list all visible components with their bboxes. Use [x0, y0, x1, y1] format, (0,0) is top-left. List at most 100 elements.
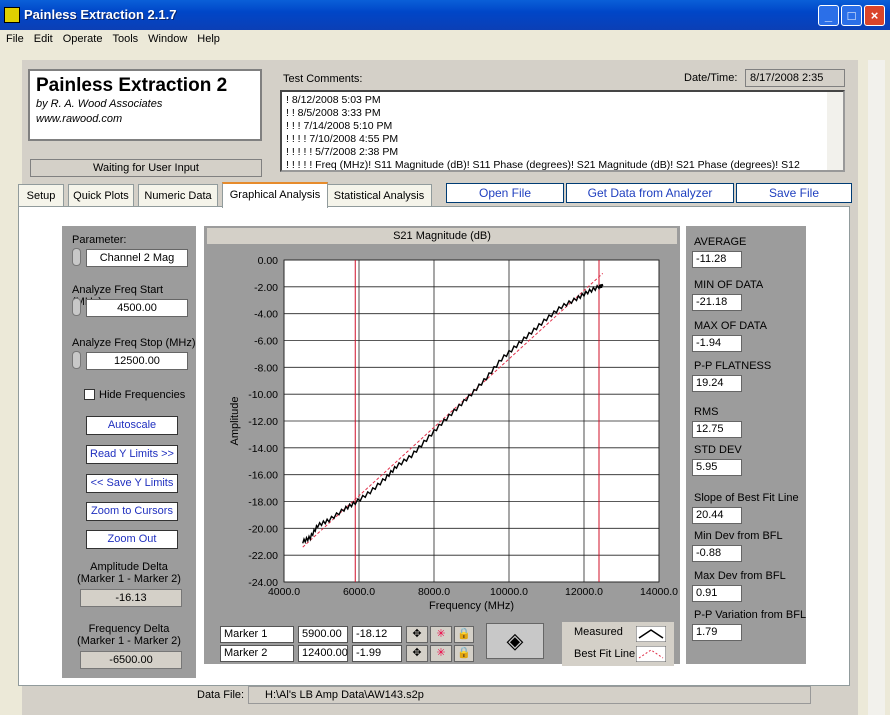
- data-file-path: H:\Al's LB Amp Data\AW143.s2p: [248, 686, 811, 704]
- start-freq-input[interactable]: 4500.00: [86, 299, 188, 317]
- menu-help[interactable]: Help: [191, 30, 224, 45]
- stat-value: 20.44: [692, 507, 742, 524]
- title-bar: Painless Extraction 2.1.7 _ □ ×: [0, 0, 890, 30]
- x-tick-label: 10000.0: [490, 586, 528, 598]
- y-tick-label: -14.00: [248, 443, 278, 455]
- app-logo: Painless Extraction 2 by R. A. Wood Asso…: [28, 69, 262, 141]
- pan-graph-icon[interactable]: ◈: [486, 623, 544, 659]
- zoom-to-cursors-button[interactable]: Zoom to Cursors: [86, 502, 178, 521]
- y-tick-label: -2.00: [254, 282, 278, 294]
- start-freq-spinner[interactable]: [72, 298, 81, 316]
- autoscale-button[interactable]: Autoscale: [86, 416, 178, 435]
- x-tick-label: 6000.0: [343, 586, 375, 598]
- status-indicator: Waiting for User Input: [30, 159, 262, 177]
- marker2-lock-icon[interactable]: 🔒: [454, 645, 474, 662]
- comment-line: ! ! 8/5/2008 3:33 PM: [286, 107, 381, 119]
- zoom-out-button[interactable]: Zoom Out: [86, 530, 178, 549]
- y-tick-label: -20.00: [248, 523, 278, 535]
- marker1-move-icon[interactable]: ✥: [406, 626, 428, 643]
- marker2-amp[interactable]: -1.99: [352, 645, 402, 662]
- open-file-button[interactable]: Open File: [446, 183, 564, 203]
- marker2-freq[interactable]: 12400.00: [298, 645, 348, 662]
- parameter-spinner[interactable]: [72, 248, 81, 266]
- menu-edit[interactable]: Edit: [28, 30, 57, 45]
- logo-author: by R. A. Wood Associates: [36, 98, 163, 110]
- menu-tools[interactable]: Tools: [106, 30, 142, 45]
- window-scrollbar[interactable]: [868, 60, 885, 715]
- save-file-button[interactable]: Save File: [736, 183, 852, 203]
- tab-quick-plots[interactable]: Quick Plots: [68, 184, 134, 208]
- stat-label: AVERAGE: [694, 236, 747, 248]
- read-y-limits-button[interactable]: Read Y Limits >>: [86, 445, 178, 464]
- parameter-label: Parameter:: [72, 234, 127, 246]
- freq-delta-label: Frequency Delta: [88, 623, 170, 635]
- freq-delta-sublabel: (Marker 1 - Marker 2): [77, 635, 181, 647]
- stop-freq-input[interactable]: 12500.00: [86, 352, 188, 370]
- x-tick-label: 14000.0: [640, 586, 678, 598]
- y-tick-label: -12.00: [248, 416, 278, 428]
- tab-statistical-analysis[interactable]: Statistical Analysis: [326, 184, 432, 208]
- chart-title: S21 Magnitude (dB): [207, 228, 677, 244]
- menu-window[interactable]: Window: [142, 30, 191, 45]
- marker1-cursor-icon[interactable]: ✳: [430, 626, 452, 643]
- marker1-name: Marker 1: [220, 626, 294, 643]
- comments-textarea[interactable]: ! 8/12/2008 5:03 PM ! ! 8/5/2008 3:33 PM…: [280, 90, 845, 172]
- menu-operate[interactable]: Operate: [57, 30, 107, 45]
- stat-value: -1.94: [692, 335, 742, 352]
- amp-delta-sublabel: (Marker 1 - Marker 2): [77, 573, 181, 585]
- y-tick-label: -24.00: [248, 577, 278, 589]
- x-tick-label: 12000.0: [565, 586, 603, 598]
- stat-value: 12.75: [692, 421, 742, 438]
- stat-label: P-P Variation from BFL: [694, 609, 807, 621]
- stat-value: 5.95: [692, 459, 742, 476]
- comment-line: ! ! ! ! ! Freq (MHz)! S11 Magnitude (dB)…: [286, 159, 800, 171]
- datetime-label: Date/Time:: [684, 72, 738, 84]
- hide-frequencies-checkbox[interactable]: [84, 389, 95, 400]
- stop-freq-spinner[interactable]: [72, 351, 81, 369]
- tab-numeric-data[interactable]: Numeric Data: [138, 184, 218, 208]
- legend-bfl: Best Fit Line: [574, 648, 636, 660]
- comment-line: ! ! ! 7/14/2008 5:10 PM: [286, 120, 393, 132]
- marker1-lock-icon[interactable]: 🔒: [454, 626, 474, 643]
- minimize-button[interactable]: _: [818, 5, 839, 26]
- marker2-cursor-icon[interactable]: ✳: [430, 645, 452, 662]
- stat-label: Slope of Best Fit Line: [694, 492, 799, 504]
- stat-value: -21.18: [692, 294, 742, 311]
- chart-legend: Measured Best Fit Line: [562, 622, 674, 666]
- tab-graphical-analysis[interactable]: Graphical Analysis: [222, 182, 328, 208]
- y-tick-label: -22.00: [248, 550, 278, 562]
- tab-setup[interactable]: Setup: [18, 184, 64, 208]
- y-tick-label: -10.00: [248, 389, 278, 401]
- x-axis-label: Frequency (MHz): [429, 600, 514, 612]
- marker1-amp[interactable]: -18.12: [352, 626, 402, 643]
- legend-measured: Measured: [574, 626, 623, 638]
- datetime-field: 8/17/2008 2:35: [745, 69, 845, 87]
- maximize-button[interactable]: □: [841, 5, 862, 26]
- data-file-label: Data File:: [197, 689, 245, 701]
- stat-label: STD DEV: [694, 444, 742, 456]
- menu-file[interactable]: File: [0, 30, 28, 45]
- y-tick-label: -4.00: [254, 309, 278, 321]
- menu-bar: File Edit Operate Tools Window Help: [0, 30, 890, 50]
- marker2-name: Marker 2: [220, 645, 294, 662]
- y-axis-label: Amplitude: [229, 397, 241, 446]
- legend-bfl-swatch: [636, 646, 666, 662]
- y-tick-label: -6.00: [254, 336, 278, 348]
- comments-label: Test Comments:: [283, 73, 363, 85]
- stat-label: MAX OF DATA: [694, 320, 767, 332]
- get-data-button[interactable]: Get Data from Analyzer: [566, 183, 734, 203]
- y-tick-label: 0.00: [258, 255, 279, 267]
- close-button[interactable]: ×: [864, 5, 885, 26]
- parameter-select[interactable]: Channel 2 Mag: [86, 249, 188, 267]
- save-y-limits-button[interactable]: << Save Y Limits: [86, 474, 178, 493]
- y-tick-label: -8.00: [254, 362, 278, 374]
- marker1-freq[interactable]: 5900.00: [298, 626, 348, 643]
- logo-url: www.rawood.com: [36, 113, 123, 125]
- logo-title: Painless Extraction 2: [36, 75, 228, 96]
- stat-label: Min Dev from BFL: [694, 530, 783, 542]
- stat-value: -0.88: [692, 545, 742, 562]
- s21-chart[interactable]: 4000.0 6000.0 8000.0 10000.0 12000.0 14000.00…: [204, 244, 680, 620]
- stat-value: 0.91: [692, 585, 742, 602]
- marker2-move-icon[interactable]: ✥: [406, 645, 428, 662]
- comments-scrollbar[interactable]: [827, 92, 843, 170]
